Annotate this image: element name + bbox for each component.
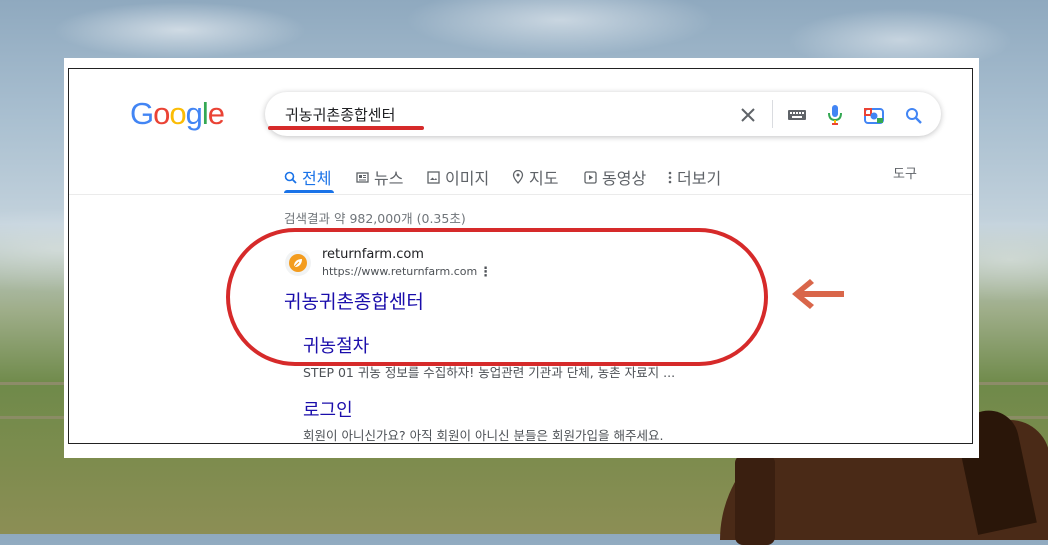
tab-label: 이미지 (445, 169, 490, 188)
search-divider (772, 100, 773, 128)
tab-label: 전체 (302, 169, 332, 188)
tab-label: 동영상 (602, 169, 647, 188)
logo-letter: o (169, 96, 186, 131)
header-divider (69, 194, 972, 195)
tab-images[interactable]: 이미지 (427, 165, 489, 189)
keyboard-icon[interactable] (786, 104, 808, 126)
close-icon[interactable] (738, 104, 758, 126)
result-stats: 검색결과 약 982,000개 (0.35초) (284, 211, 466, 226)
tab-news[interactable]: 뉴스 (356, 165, 403, 189)
arrow-left-icon (792, 279, 846, 313)
red-underline-annotation (268, 126, 424, 130)
logo-letter: e (207, 96, 225, 131)
sitelink-title[interactable]: 로그인 (303, 396, 353, 422)
tools-button[interactable]: 도구 (893, 163, 917, 182)
mic-icon[interactable] (826, 104, 844, 126)
tab-more[interactable]: 더보기 (668, 165, 721, 189)
tab-videos[interactable]: 동영상 (584, 165, 646, 189)
active-tab-indicator (284, 190, 334, 193)
sitelink-description: 회원이 아니신가요? 아직 회원이 아니신 분들은 회원가입을 해주세요. (303, 428, 664, 443)
logo-letter: G (130, 96, 154, 131)
more-vert-icon (668, 171, 672, 183)
search-icon (284, 171, 297, 184)
google-logo[interactable]: Google (130, 96, 225, 132)
logo-letter: g (185, 96, 203, 131)
play-icon (584, 170, 597, 184)
image-icon (427, 170, 440, 184)
search-icon[interactable] (903, 104, 923, 126)
tab-maps[interactable]: 지도 (512, 165, 558, 189)
logo-letter: o (153, 96, 170, 131)
tab-all[interactable]: 전체 (284, 165, 331, 189)
tab-label: 뉴스 (374, 169, 404, 188)
tab-label: 지도 (529, 169, 559, 188)
search-input[interactable]: 귀농귀촌종합센터 (285, 104, 395, 125)
red-circle-annotation (226, 228, 768, 366)
tab-label: 더보기 (677, 169, 722, 188)
camera-icon[interactable] (863, 104, 885, 126)
map-pin-icon (512, 170, 524, 184)
horse-leg (735, 455, 775, 545)
news-icon (356, 171, 369, 183)
